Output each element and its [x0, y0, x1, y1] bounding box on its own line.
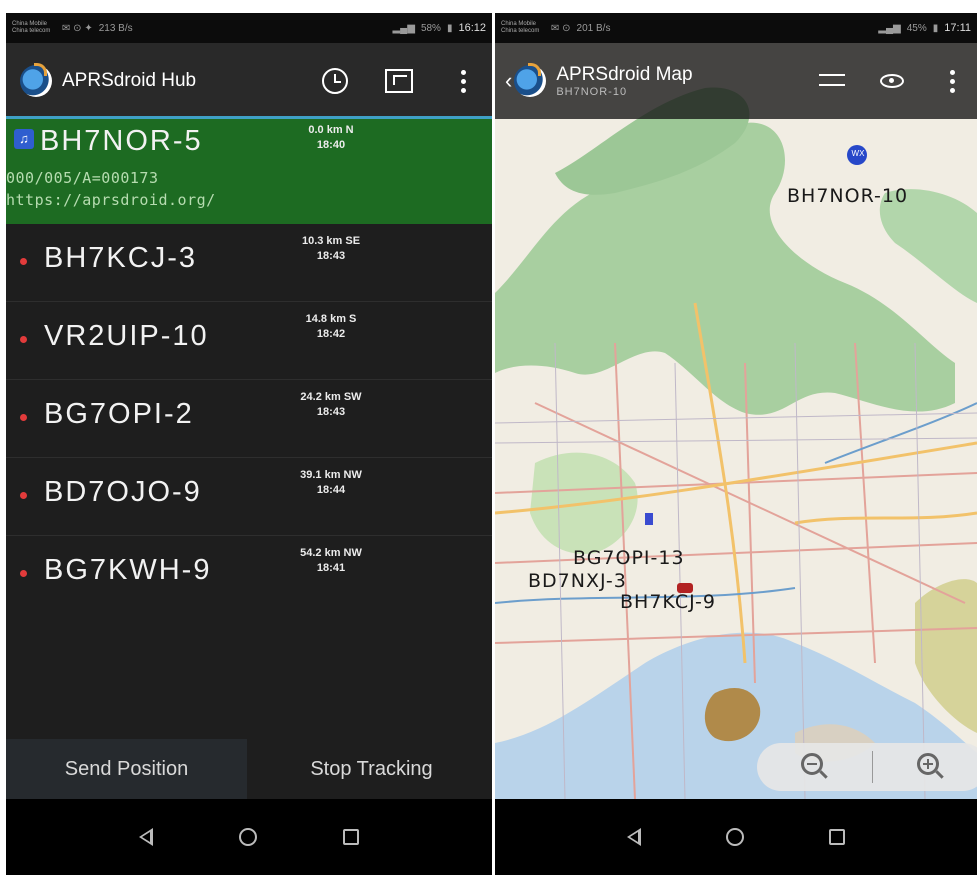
map-canvas[interactable]	[495, 43, 977, 799]
station-row[interactable]: BG7KWH-9 54.2 km NW 18:41	[6, 536, 492, 614]
station-distance: 0.0 km N	[308, 124, 354, 136]
station-url: https://aprsdroid.org/	[6, 191, 216, 209]
nav-back-icon[interactable]	[627, 828, 642, 846]
map-station-label[interactable]: BH7KCJ-9	[620, 591, 716, 613]
notification-icons: ✉ ⊙ ✦	[62, 22, 93, 34]
map-station-label[interactable]: BG7OPI-13	[573, 547, 685, 569]
eye-icon[interactable]	[877, 66, 907, 96]
station-callsign: BG7OPI-2	[44, 398, 194, 430]
carrier-text: China Mobile China telecom	[12, 21, 51, 34]
map-action-bar: ‹ APRSdroid Map BH7NOR-10	[495, 43, 977, 119]
station-meta: 54.2 km NW 18:41	[276, 546, 386, 576]
carrier-text: China Mobile China telecom	[501, 21, 540, 34]
station-meta: 10.3 km SE 18:43	[276, 234, 386, 264]
system-nav-bar	[6, 799, 492, 875]
status-bar: China Mobile China telecom ✉ ⊙ 201 B/s ▂…	[495, 13, 977, 43]
station-dot-icon	[20, 492, 27, 499]
station-meta: 39.1 km NW 18:44	[276, 468, 386, 498]
station-distance: 54.2 km NW	[300, 547, 362, 559]
network-speed: 213 B/s	[98, 22, 133, 34]
station-dot-icon	[20, 258, 27, 265]
station-time: 18:44	[316, 484, 346, 496]
station-dot-icon	[20, 414, 27, 421]
station-row[interactable]: VR2UIP-10 14.8 km S 18:42	[6, 302, 492, 380]
station-comment: 000/005/A=000173	[6, 169, 159, 187]
aprsdroid-logo-icon[interactable]	[514, 63, 547, 97]
nav-home-icon[interactable]	[239, 828, 257, 846]
battery-icon: ▮	[446, 22, 453, 34]
action-bar: APRSdroid Hub	[6, 43, 492, 119]
station-row[interactable]: BD7OJO-9 39.1 km NW 18:44	[6, 458, 492, 536]
signal-icon: ▂▄▆	[392, 22, 415, 34]
map-subtitle: BH7NOR-10	[556, 86, 628, 98]
nav-recents-icon[interactable]	[828, 829, 845, 845]
overflow-menu-icon[interactable]	[448, 66, 478, 96]
zoom-out-button[interactable]	[757, 743, 872, 791]
station-dot-icon	[20, 336, 27, 343]
station-symbol-icon: ♫	[14, 129, 34, 149]
station-list: ♫ BH7NOR-5 0.0 km N 18:40 000/005/A=0001…	[6, 119, 492, 739]
station-row-selected[interactable]: ♫ BH7NOR-5 0.0 km N 18:40 000/005/A=0001…	[6, 119, 492, 224]
nav-back-icon[interactable]	[139, 828, 153, 846]
zoom-in-button[interactable]	[873, 743, 977, 791]
station-distance: 39.1 km NW	[300, 469, 362, 481]
map-station-label[interactable]: BH7NOR-10	[787, 185, 908, 207]
station-dot-icon	[20, 570, 27, 577]
app-title: APRSdroid Hub	[62, 70, 197, 91]
station-time: 18:43	[316, 250, 346, 262]
map-view-icon[interactable]	[384, 66, 414, 96]
network-speed: 201 B/s	[576, 22, 611, 34]
station-distance: 24.2 km SW	[300, 391, 362, 403]
aprsdroid-logo-icon	[20, 63, 52, 97]
hub-screen: China Mobile China telecom ✉ ⊙ ✦ 213 B/s…	[6, 13, 492, 875]
station-time: 18:43	[316, 406, 346, 418]
stop-tracking-button[interactable]: Stop Tracking	[251, 739, 492, 799]
station-meta: 0.0 km N 18:40	[276, 123, 386, 153]
nav-home-icon[interactable]	[725, 828, 744, 846]
back-chevron-icon[interactable]: ‹	[505, 68, 512, 94]
notification-icons: ✉ ⊙	[551, 22, 571, 34]
battery-level: 58%	[420, 22, 441, 34]
station-time: 18:41	[316, 562, 346, 574]
nav-recents-icon[interactable]	[343, 829, 359, 845]
filter-icon[interactable]	[817, 66, 847, 96]
zoom-controls	[757, 743, 977, 791]
station-time: 18:42	[316, 328, 346, 340]
map-title: APRSdroid Map	[556, 64, 693, 85]
map-station-label[interactable]: BD7NXJ-3	[528, 570, 627, 592]
history-clock-icon[interactable]	[320, 66, 350, 96]
station-callsign: VR2UIP-10	[44, 320, 209, 352]
station-callsign: BG7KWH-9	[44, 554, 212, 586]
status-time: 17:11	[944, 22, 971, 34]
wx-marker[interactable]: WX	[847, 149, 869, 158]
station-row[interactable]: BG7OPI-2 24.2 km SW 18:43	[6, 380, 492, 458]
station-row[interactable]: BH7KCJ-3 10.3 km SE 18:43	[6, 224, 492, 302]
signal-icon: ▂▄▆	[878, 22, 901, 34]
status-time: 16:12	[458, 22, 486, 34]
system-nav-bar	[495, 799, 977, 875]
station-time: 18:40	[316, 139, 346, 151]
station-callsign: BH7NOR-5	[40, 125, 203, 157]
station-meta: 24.2 km SW 18:43	[276, 390, 386, 420]
station-distance: 14.8 km S	[305, 313, 357, 325]
battery-level: 45%	[906, 22, 927, 34]
bottom-button-bar: Send Position Stop Tracking	[6, 739, 492, 799]
status-bar: China Mobile China telecom ✉ ⊙ ✦ 213 B/s…	[6, 13, 492, 43]
overflow-menu-icon[interactable]	[937, 66, 967, 96]
map-view[interactable]: ‹ APRSdroid Map BH7NOR-10 WX BH7NOR-10 B…	[495, 43, 977, 799]
station-callsign: BH7KCJ-3	[44, 242, 197, 274]
send-position-button[interactable]: Send Position	[6, 739, 247, 799]
map-screen: China Mobile China telecom ✉ ⊙ 201 B/s ▂…	[495, 13, 977, 875]
station-callsign: BD7OJO-9	[44, 476, 202, 508]
station-distance: 10.3 km SE	[301, 235, 361, 247]
battery-icon: ▮	[932, 22, 939, 34]
station-meta: 14.8 km S 18:42	[276, 312, 386, 342]
